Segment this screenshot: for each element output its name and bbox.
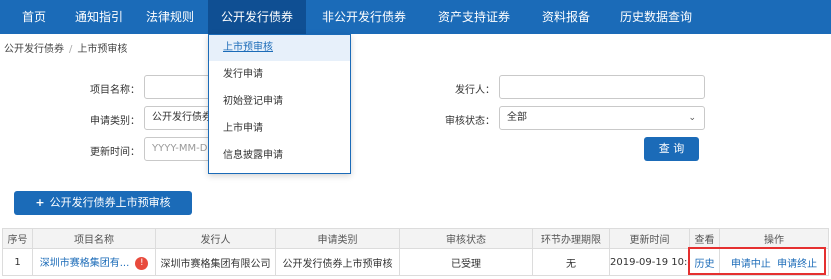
apply-type-label: 申请类别： [90,116,140,127]
project-name-input[interactable] [144,75,214,99]
row-project-name-cell: 深圳市赛格集团有...! [32,248,156,276]
breadcrumb-parent[interactable]: 公开发行债券 [4,44,64,55]
row-status: 已受理 [399,248,533,276]
update-time-input[interactable]: YYYY-MM-D [144,137,214,161]
col-updated: 更新时间 [609,228,690,249]
row-issuer: 深圳市赛格集团有限公司 [155,248,276,276]
history-link[interactable]: 历史 [695,259,715,270]
update-time-label: 更新时间： [90,147,140,158]
chevron-down-icon: ⌄ [688,113,696,123]
row-actions-cell: 申请中止 申请终止 [719,248,829,276]
dropdown-item-initial-registration[interactable]: 初始登记申请 [209,89,350,115]
dropdown-item-listing[interactable]: 上市申请 [209,116,350,142]
row-updated: 2019-09-19 10:44 [609,248,690,276]
table-header-row: 序号 项目名称 发行人 申请类别 审核状态 环节办理期限 更新时间 查看 操作 [2,228,829,249]
public-bonds-dropdown: 上市预审核 发行申请 初始登记申请 上市申请 信息披露申请 [208,34,351,174]
review-status-select[interactable]: 全部 ⌄ [499,106,705,130]
nav-item-home[interactable]: 首页 [4,0,64,34]
col-view: 查看 [689,228,720,249]
nav-item-notices[interactable]: 通知指引 [64,0,134,34]
row-view-cell: 历史 [689,248,720,276]
project-name-label: 项目名称： [90,85,140,96]
nav-item-abs[interactable]: 资产支持证券 [422,0,526,34]
dropdown-item-disclosure[interactable]: 信息披露申请 [209,143,350,169]
add-pre-review-label: 公开发行债券上市预审核 [49,196,171,209]
top-nav: 首页 通知指引 法律规则 公开发行债券 非公开发行债券 资产支持证券 资料报备 … [0,0,831,34]
project-name-link[interactable]: 深圳市赛格集团有... [40,258,130,269]
review-status-value: 全部 [507,112,527,123]
col-apply-type: 申请类别 [275,228,400,249]
apply-suspend-link[interactable]: 申请中止 [731,259,771,270]
col-deadline: 环节办理期限 [532,228,610,249]
issuer-label: 发行人： [455,85,495,96]
nav-item-filing[interactable]: 资料报备 [526,0,606,34]
review-status-label: 审核状态： [445,116,495,127]
row-deadline: 无 [532,248,610,276]
apply-type-select[interactable]: 公开发行债券 [144,106,214,130]
nav-item-public-bonds[interactable]: 公开发行债券 [208,0,306,34]
table-row: 1 深圳市赛格集团有...! 深圳市赛格集团有限公司 公开发行债券上市预审核 已… [2,248,829,276]
row-apply-type: 公开发行债券上市预审核 [275,248,400,276]
col-index: 序号 [2,228,33,249]
plus-icon: + [35,196,45,209]
breadcrumb: 公开发行债券 / 上市预审核 [4,40,127,55]
dropdown-item-pre-review[interactable]: 上市预审核 [209,35,350,61]
col-project-name: 项目名称 [32,228,156,249]
nav-item-private-bonds[interactable]: 非公开发行债券 [306,0,422,34]
add-pre-review-button[interactable]: + 公开发行债券上市预审核 [14,191,192,215]
apply-terminate-link[interactable]: 申请终止 [777,259,817,270]
col-actions: 操作 [719,228,829,249]
nav-item-history-query[interactable]: 历史数据查询 [606,0,706,34]
query-button[interactable]: 查 询 [644,137,699,161]
alert-badge-icon: ! [135,256,149,270]
nav-item-rules[interactable]: 法律规则 [134,0,206,34]
dropdown-item-issuance[interactable]: 发行申请 [209,62,350,88]
issuer-input[interactable] [499,75,705,99]
breadcrumb-separator: / [69,44,73,55]
breadcrumb-current: 上市预审核 [77,44,128,55]
col-status: 审核状态 [399,228,533,249]
row-index: 1 [2,248,33,276]
results-table: 序号 项目名称 发行人 申请类别 审核状态 环节办理期限 更新时间 查看 操作 … [2,228,829,276]
col-issuer: 发行人 [155,228,276,249]
